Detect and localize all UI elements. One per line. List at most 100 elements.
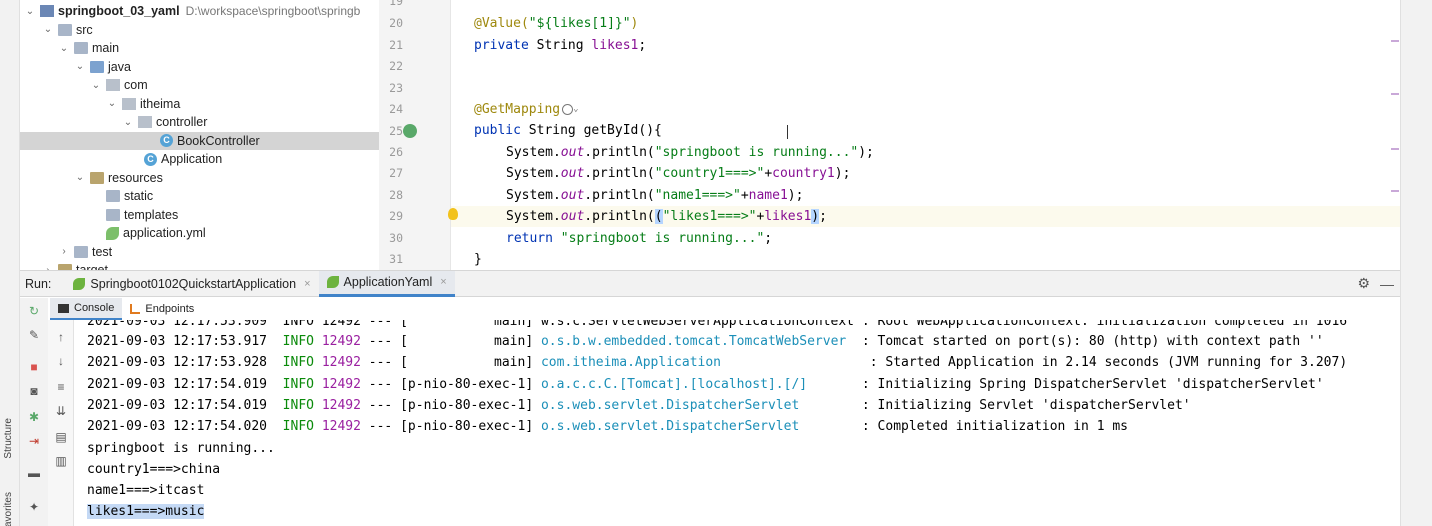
run-tab-applicationyaml[interactable]: ApplicationYaml × (318, 270, 455, 297)
line-number: 30 (389, 231, 403, 245)
tree-item-test[interactable]: › test (20, 243, 379, 262)
tree-item-resources[interactable]: ⌄ resources (20, 169, 379, 188)
tab-console-label: Console (74, 302, 115, 314)
pin-icon[interactable]: ✦ (27, 500, 41, 514)
layout-icon[interactable]: ▬ (27, 466, 41, 480)
folder-icon (74, 245, 88, 258)
favorites-tool-tab[interactable]: Favorites (3, 492, 14, 526)
tree-item-itheima[interactable]: ⌄ itheima (20, 95, 379, 114)
tree-item-main[interactable]: ⌄ main (20, 39, 379, 58)
camera-icon[interactable]: ◙ (27, 384, 41, 398)
arrow-up-icon[interactable]: ↑ (54, 330, 68, 344)
console-log-line: 2021-09-03 12:17:53.928 INFO 12492 --- [… (87, 355, 1348, 371)
stop-icon[interactable]: ■ (27, 360, 41, 374)
exit-icon[interactable]: ⇥ (27, 434, 41, 448)
tab-console[interactable]: Console (50, 298, 123, 320)
chevron-down-icon[interactable]: ⌄ (74, 172, 86, 183)
tree-item-label: com (124, 78, 148, 93)
console-log-line: 2021-09-03 12:17:53.917 INFO 12492 --- [… (87, 334, 1324, 349)
console-output-line: name1===>itcast (87, 483, 205, 499)
run-tab-label: Springboot0102QuickstartApplication (90, 276, 297, 291)
trash-icon[interactable]: ▥ (54, 454, 68, 468)
close-icon[interactable]: × (304, 278, 310, 290)
soft-wrap-icon[interactable]: ≡ (54, 380, 68, 394)
tree-item-target[interactable]: › target (20, 261, 379, 270)
run-gutter-icon[interactable] (403, 124, 417, 138)
tree-item-templates[interactable]: templates (20, 206, 379, 225)
text-cursor-icon (787, 125, 793, 139)
line-number: 31 (389, 252, 403, 266)
code-line-28: System.out.println("name1===>"+name1); (506, 188, 804, 203)
tab-endpoints[interactable]: Endpoints (122, 298, 202, 320)
scrollbar-marker (1391, 93, 1399, 95)
console-output[interactable]: 2021-09-03 12:17:53.909 INFO 12492 --- [… (75, 320, 1400, 526)
run-tab-quickstart[interactable]: Springboot0102QuickstartApplication × (65, 271, 318, 297)
tree-item-label: src (76, 22, 93, 37)
tree-item-application-yml[interactable]: application.yml (20, 224, 379, 243)
chevron-down-icon[interactable]: ⌄ (58, 43, 70, 54)
tree-item-module[interactable]: ⌄ springboot_03_yaml D:\workspace\spring… (20, 2, 379, 21)
chevron-down-icon[interactable]: ⌄ (90, 80, 102, 91)
code-line-24: @GetMapping ⌄ (474, 102, 579, 117)
console-output-line: springboot is running... (87, 440, 275, 456)
chevron-down-icon: ⌄ (573, 104, 579, 114)
folder-icon (106, 190, 120, 203)
rerun-icon[interactable]: ↻ (27, 304, 41, 318)
right-tool-strip (1400, 0, 1432, 526)
chevron-down-icon[interactable]: ⌄ (74, 61, 86, 72)
left-tool-strip: Structure Favorites (0, 0, 20, 526)
tree-item-bookcontroller[interactable]: C BookController (20, 131, 379, 150)
scroll-to-end-icon[interactable]: ⇊ (54, 404, 68, 418)
chevron-down-icon[interactable]: ⌄ (122, 117, 134, 128)
code-editor[interactable]: 19 20 21 22 23 24 25 26 27 28 29 30 31 @… (379, 0, 1400, 270)
run-label: Run: (25, 276, 52, 291)
lightbulb-icon[interactable] (448, 208, 458, 220)
tree-item-label: java (108, 59, 131, 74)
line-number: 22 (389, 59, 403, 73)
tree-item-label: resources (108, 170, 163, 185)
scrollbar-marker (1391, 40, 1399, 42)
line-number: 28 (389, 188, 403, 202)
chevron-down-icon[interactable]: ⌄ (42, 24, 54, 35)
code-line-26: System.out.println("springboot is runnin… (506, 145, 874, 160)
chevron-down-icon[interactable]: ⌄ (24, 6, 36, 17)
module-name: springboot_03_yaml (58, 4, 180, 19)
arrow-down-icon[interactable]: ↓ (54, 354, 68, 368)
console-log-line: 2021-09-03 12:17:54.020 INFO 12492 --- [… (87, 419, 1128, 435)
folder-icon (58, 23, 72, 36)
line-number: 19 (389, 0, 403, 8)
tree-item-label: templates (124, 207, 179, 222)
tree-item-static[interactable]: static (20, 187, 379, 206)
console-output-line: country1===>china (87, 461, 221, 477)
web-endpoint-icon[interactable] (562, 104, 574, 115)
print-icon[interactable]: ▤ (54, 430, 68, 444)
tree-item-label: controller (156, 115, 208, 130)
tree-item-controller[interactable]: ⌄ controller (20, 113, 379, 132)
run-toolbar: ↻ ✎ ■ ◙ ✱ ⇥ ▬ ✦ (20, 298, 48, 526)
code-line-21: private String likes1; (474, 38, 647, 53)
tree-item-label: application.yml (123, 226, 206, 241)
wrench-icon[interactable]: ✎ (27, 328, 41, 342)
close-icon[interactable]: × (440, 276, 446, 288)
chevron-right-icon[interactable]: › (58, 246, 70, 257)
line-number: 20 (389, 16, 403, 30)
structure-tool-tab[interactable]: Structure (3, 418, 14, 459)
yaml-file-icon (106, 226, 119, 240)
spring-boot-icon (326, 276, 339, 288)
minimize-icon[interactable]: — (1380, 276, 1394, 292)
debug-icon[interactable]: ✱ (27, 410, 41, 424)
line-number: 26 (389, 145, 403, 159)
gear-icon[interactable]: ⚙ (1357, 275, 1370, 292)
code-line-30: return "springboot is running..."; (506, 231, 773, 246)
scrollbar-marker (1391, 190, 1399, 192)
code-line-29: System.out.println(("likes1===>"+likes1)… (506, 209, 827, 224)
module-icon (40, 5, 54, 18)
tree-item-src[interactable]: ⌄ src (20, 21, 379, 40)
chevron-down-icon[interactable]: ⌄ (106, 98, 118, 109)
class-icon: C (144, 152, 157, 166)
tree-item-com[interactable]: ⌄ com (20, 76, 379, 95)
tree-item-java[interactable]: ⌄ java (20, 58, 379, 77)
tree-item-application[interactable]: C Application (20, 150, 379, 169)
endpoints-icon (130, 304, 141, 314)
class-icon: C (160, 134, 173, 148)
